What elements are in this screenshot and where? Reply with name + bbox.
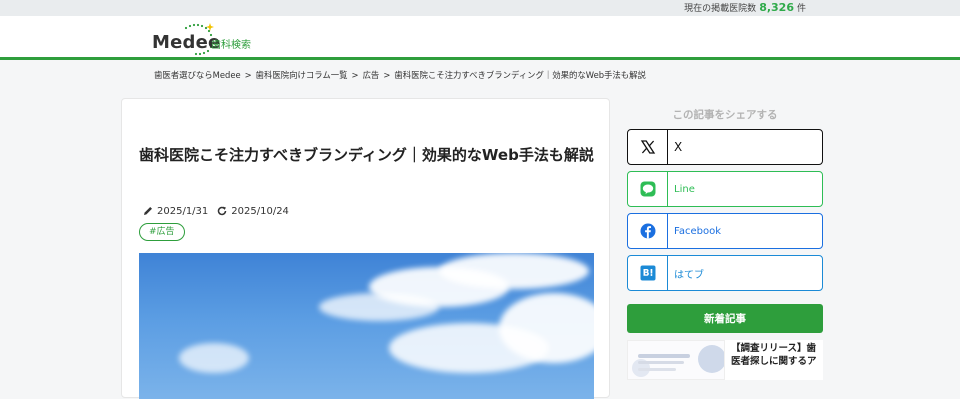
updated-date: 2025/10/24 bbox=[231, 205, 289, 217]
clinic-count-suffix: 件 bbox=[796, 4, 806, 14]
pencil-icon bbox=[144, 207, 152, 215]
share-hatena-label: はてブ bbox=[674, 269, 704, 281]
breadcrumb-category[interactable]: 広告 bbox=[363, 70, 380, 80]
article-title: 歯科医院こそ注力すべきブランディング｜効果的なWeb手法も解説 bbox=[139, 146, 594, 164]
share-facebook-label: Facebook bbox=[674, 225, 721, 237]
sidebar: この記事をシェアする X Line Facebook はてブ 新着記事 【調査リ… bbox=[627, 98, 823, 380]
line-icon bbox=[640, 181, 655, 197]
clinic-count: 現在の掲載医院数 8,326 件 bbox=[684, 1, 806, 14]
breadcrumb-column-list[interactable]: 歯科医院向けコラム一覧 bbox=[256, 70, 348, 80]
share-x-label: X bbox=[674, 140, 683, 154]
share-line-label: Line bbox=[674, 183, 695, 195]
breadcrumb-separator: > bbox=[351, 70, 359, 80]
article-card: 歯科医院こそ注力すべきブランディング｜効果的なWeb手法も解説 2025/1/3… bbox=[121, 98, 610, 399]
refresh-icon bbox=[218, 206, 227, 216]
new-articles-heading: 新着記事 bbox=[627, 304, 823, 333]
share-facebook-button[interactable]: Facebook bbox=[627, 213, 823, 249]
facebook-icon bbox=[640, 223, 655, 239]
top-bar: 現在の掲載医院数 8,326 件 bbox=[0, 0, 960, 16]
site-header: Medee 歯科検索 bbox=[0, 16, 960, 60]
breadcrumb-separator: > bbox=[383, 70, 391, 80]
site-logo[interactable]: Medee 歯科検索 bbox=[152, 22, 262, 56]
article-hero-image bbox=[139, 253, 594, 399]
new-article-thumbnail bbox=[627, 340, 725, 380]
new-article-item[interactable]: 【調査リリース】歯医者探しに関するア bbox=[627, 340, 823, 380]
article-tag[interactable]: #広告 bbox=[139, 223, 185, 241]
breadcrumb-home[interactable]: 歯医者選びならMedee bbox=[154, 70, 241, 80]
clinic-count-number: 8,326 bbox=[759, 1, 794, 14]
breadcrumb-separator: > bbox=[244, 70, 252, 80]
share-hatena-button[interactable]: はてブ bbox=[627, 255, 823, 291]
new-article-title: 【調査リリース】歯医者探しに関するア bbox=[731, 343, 817, 367]
published-date: 2025/1/31 bbox=[157, 205, 209, 217]
share-title: この記事をシェアする bbox=[672, 109, 778, 121]
x-logo-icon bbox=[640, 140, 655, 154]
clinic-count-prefix: 現在の掲載医院数 bbox=[684, 4, 757, 14]
logo-subtitle: 歯科検索 bbox=[211, 40, 251, 51]
article-dates: 2025/1/31 2025/10/24 bbox=[142, 205, 289, 217]
breadcrumb-current: 歯科医院こそ注力すべきブランディング｜効果的なWeb手法も解説 bbox=[394, 70, 646, 80]
breadcrumb: 歯医者選びならMedee > 歯科医院向けコラム一覧 > 広告 > 歯科医院こそ注力すべきブ… bbox=[154, 69, 646, 81]
share-line-button[interactable]: Line bbox=[627, 171, 823, 207]
hatena-bookmark-icon bbox=[640, 265, 655, 281]
share-x-button[interactable]: X bbox=[627, 129, 823, 165]
